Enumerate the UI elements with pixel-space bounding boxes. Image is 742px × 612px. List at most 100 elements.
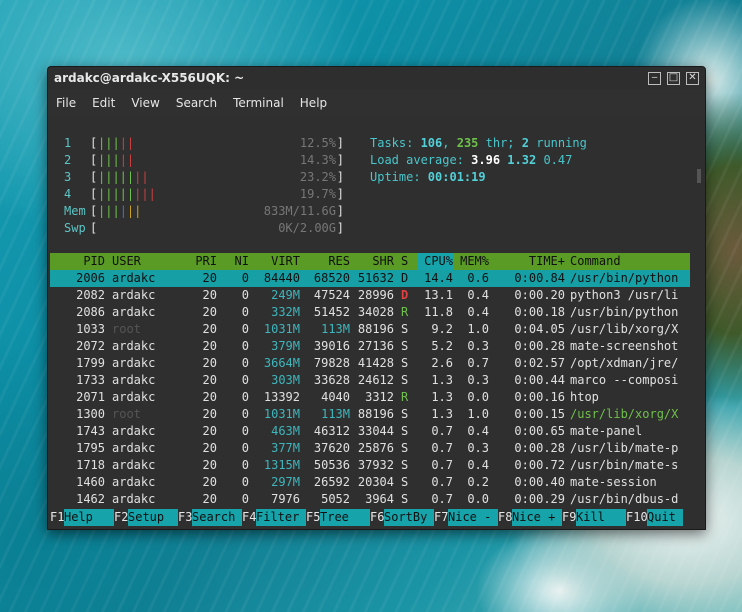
- table-row[interactable]: 1799 ardakc 20 0 3664M 79828 41428 S 2.6 0.7 0:02.…: [50, 355, 690, 372]
- title-bar[interactable]: ardakc@ardakc-X556UQK: ~ ‒ □ ✕: [48, 67, 705, 89]
- cell-virt: 13392: [263, 390, 300, 404]
- column-header-cmd[interactable]: Command: [570, 253, 688, 270]
- menu-help[interactable]: Help: [292, 96, 335, 110]
- cell-virt: 1315M: [263, 458, 300, 472]
- cell-user: ardakc: [112, 356, 156, 370]
- fkey-f10[interactable]: F10: [626, 509, 648, 526]
- meter-fill: |||||: [98, 135, 134, 152]
- cell-mem: 0.0: [467, 492, 489, 506]
- column-header-virt[interactable]: VIRT: [257, 253, 300, 270]
- fkey-label-nice[interactable]: Nice +: [512, 509, 562, 526]
- cell-pri: 20: [202, 288, 217, 302]
- column-header-user[interactable]: USER: [112, 253, 172, 270]
- fkey-label-nice[interactable]: Nice -: [448, 509, 498, 526]
- column-header-shr[interactable]: SHR: [351, 253, 394, 270]
- fkey-label-kill[interactable]: Kill: [576, 509, 626, 526]
- column-header-cpu[interactable]: CPU%: [417, 253, 453, 270]
- column-header-mem[interactable]: MEM%: [460, 253, 489, 270]
- table-row[interactable]: 2072 ardakc 20 0 379M 39016 27136 S 5.2 0.3 0:00.2…: [50, 338, 690, 355]
- scrollbar[interactable]: [697, 169, 701, 183]
- cell-cmd: /usr/lib/xorg/X: [570, 407, 679, 421]
- fkey-label-quit[interactable]: Quit: [647, 509, 683, 526]
- cell-pri: 20: [202, 373, 217, 387]
- fkey-label-help[interactable]: Help: [64, 509, 114, 526]
- fkey-f8[interactable]: F8: [498, 509, 512, 526]
- fkey-label-filter[interactable]: Filter: [256, 509, 306, 526]
- meter-2: 2[||||| 14.3%]: [52, 152, 344, 169]
- menu-terminal[interactable]: Terminal: [225, 96, 292, 110]
- cell-cmd: /usr/bin/python: [570, 305, 679, 319]
- cell-user: ardakc: [112, 373, 156, 387]
- cell-user: ardakc: [112, 390, 156, 404]
- table-row[interactable]: 2082 ardakc 20 0 249M 47524 28996 D 13.1 0.4 0:00.…: [50, 287, 690, 304]
- cell-shr: 33044: [357, 424, 394, 438]
- terminal-area[interactable]: 1[||||| 12.5%] 2[||||| 14.3%] 3[||||||| 23.2%…: [48, 117, 705, 529]
- cell-user: ardakc: [112, 288, 156, 302]
- fkey-label-setup[interactable]: Setup: [128, 509, 178, 526]
- meter-segment-green: |||: [98, 204, 120, 218]
- cell-mem: 0.0: [467, 390, 489, 404]
- cell-mem: 0.2: [467, 475, 489, 489]
- meter-value: 0K/2.00G: [278, 221, 336, 235]
- cell-ni: 0: [241, 356, 249, 370]
- cell-cpu: 0.7: [431, 492, 453, 506]
- fkey-f1[interactable]: F1: [50, 509, 64, 526]
- close-button[interactable]: ✕: [686, 71, 699, 85]
- cell-s: R: [401, 305, 409, 319]
- table-row[interactable]: 2086 ardakc 20 0 332M 51452 34028 R 11.8 0.4 0:00.…: [50, 304, 690, 321]
- fkey-f7[interactable]: F7: [434, 509, 448, 526]
- table-row[interactable]: 1460 ardakc 20 0 297M 26592 20304 S 0.7 0.2 0:00.4…: [50, 474, 690, 491]
- column-header-res[interactable]: RES: [307, 253, 350, 270]
- threads-label: thr;: [478, 136, 522, 150]
- menu-search[interactable]: Search: [168, 96, 225, 110]
- menu-file[interactable]: File: [48, 96, 84, 110]
- cell-shr: 34028: [357, 305, 394, 319]
- fkey-label-tree[interactable]: Tree: [320, 509, 370, 526]
- cell-pri: 20: [202, 305, 217, 319]
- table-row[interactable]: 1033 root 20 0 1031M 113M 88196 S 9.2 1.0 0:04.05 /…: [50, 321, 690, 338]
- cell-pri: 20: [202, 339, 217, 353]
- meter-4: 4[|||||||| 19.7%]: [52, 186, 344, 203]
- cell-mem: 0.4: [467, 424, 489, 438]
- table-row[interactable]: 1462 ardakc 20 0 7976 5052 3964 S 0.7 0.0 0:00.29 /…: [50, 491, 690, 508]
- table-row-selected[interactable]: 2006 ardakc 20 0 84440 68520 51632 D 14.4 0.6 0:00…: [50, 270, 690, 287]
- table-row[interactable]: 1300 root 20 0 1031M 113M 88196 S 1.3 1.0 0:00.15 /…: [50, 406, 690, 423]
- table-row[interactable]: 2071 ardakc 20 0 13392 4040 3312 R 1.3 0.0 0:00.16…: [50, 389, 690, 406]
- table-row[interactable]: 1718 ardakc 20 0 1315M 50536 37932 S 0.7 0.4 0:00.…: [50, 457, 690, 474]
- cell-time: 0:00.20: [514, 288, 565, 302]
- minimize-button[interactable]: ‒: [648, 71, 661, 85]
- table-row[interactable]: 1733 ardakc 20 0 303M 33628 24612 S 1.3 0.3 0:00.4…: [50, 372, 690, 389]
- maximize-button[interactable]: □: [667, 71, 680, 85]
- cell-virt: 332M: [271, 305, 300, 319]
- cell-cpu: 9.2: [431, 322, 453, 336]
- fkey-f6[interactable]: F6: [370, 509, 384, 526]
- fkey-label-search[interactable]: Search: [192, 509, 242, 526]
- cell-shr: 37932: [357, 458, 394, 472]
- fkey-f5[interactable]: F5: [306, 509, 320, 526]
- meter-bracket-open: [: [90, 170, 98, 184]
- column-header-pri[interactable]: PRI: [190, 253, 217, 270]
- menu-view[interactable]: View: [123, 96, 167, 110]
- cell-time: 0:02.57: [514, 356, 565, 370]
- fkey-label-sortby[interactable]: SortBy: [384, 509, 434, 526]
- column-header-s[interactable]: S: [401, 253, 411, 270]
- column-header-pid[interactable]: PID: [62, 253, 105, 270]
- fkey-f3[interactable]: F3: [178, 509, 192, 526]
- column-header-ni[interactable]: NI: [228, 253, 249, 270]
- cell-pri: 20: [202, 424, 217, 438]
- fkey-f4[interactable]: F4: [242, 509, 256, 526]
- cell-user: ardakc: [112, 475, 156, 489]
- cell-cpu: 1.3: [431, 390, 453, 404]
- cell-ni: 0: [241, 441, 249, 455]
- cell-mem: 0.3: [467, 373, 489, 387]
- table-row[interactable]: 1743 ardakc 20 0 463M 46312 33044 S 0.7 0.4 0:00.6…: [50, 423, 690, 440]
- column-header-time[interactable]: TIME+: [505, 253, 565, 270]
- cell-cmd: /usr/lib/xorg/X: [570, 322, 679, 336]
- table-row[interactable]: 1795 ardakc 20 0 377M 37620 25876 S 0.7 0.3 0:00.2…: [50, 440, 690, 457]
- menu-edit[interactable]: Edit: [84, 96, 123, 110]
- fkey-f2[interactable]: F2: [114, 509, 128, 526]
- fkey-f9[interactable]: F9: [562, 509, 576, 526]
- cell-ni: 0: [241, 373, 249, 387]
- meter-3: 3[||||||| 23.2%]: [52, 169, 344, 186]
- cell-shr: 20304: [357, 475, 394, 489]
